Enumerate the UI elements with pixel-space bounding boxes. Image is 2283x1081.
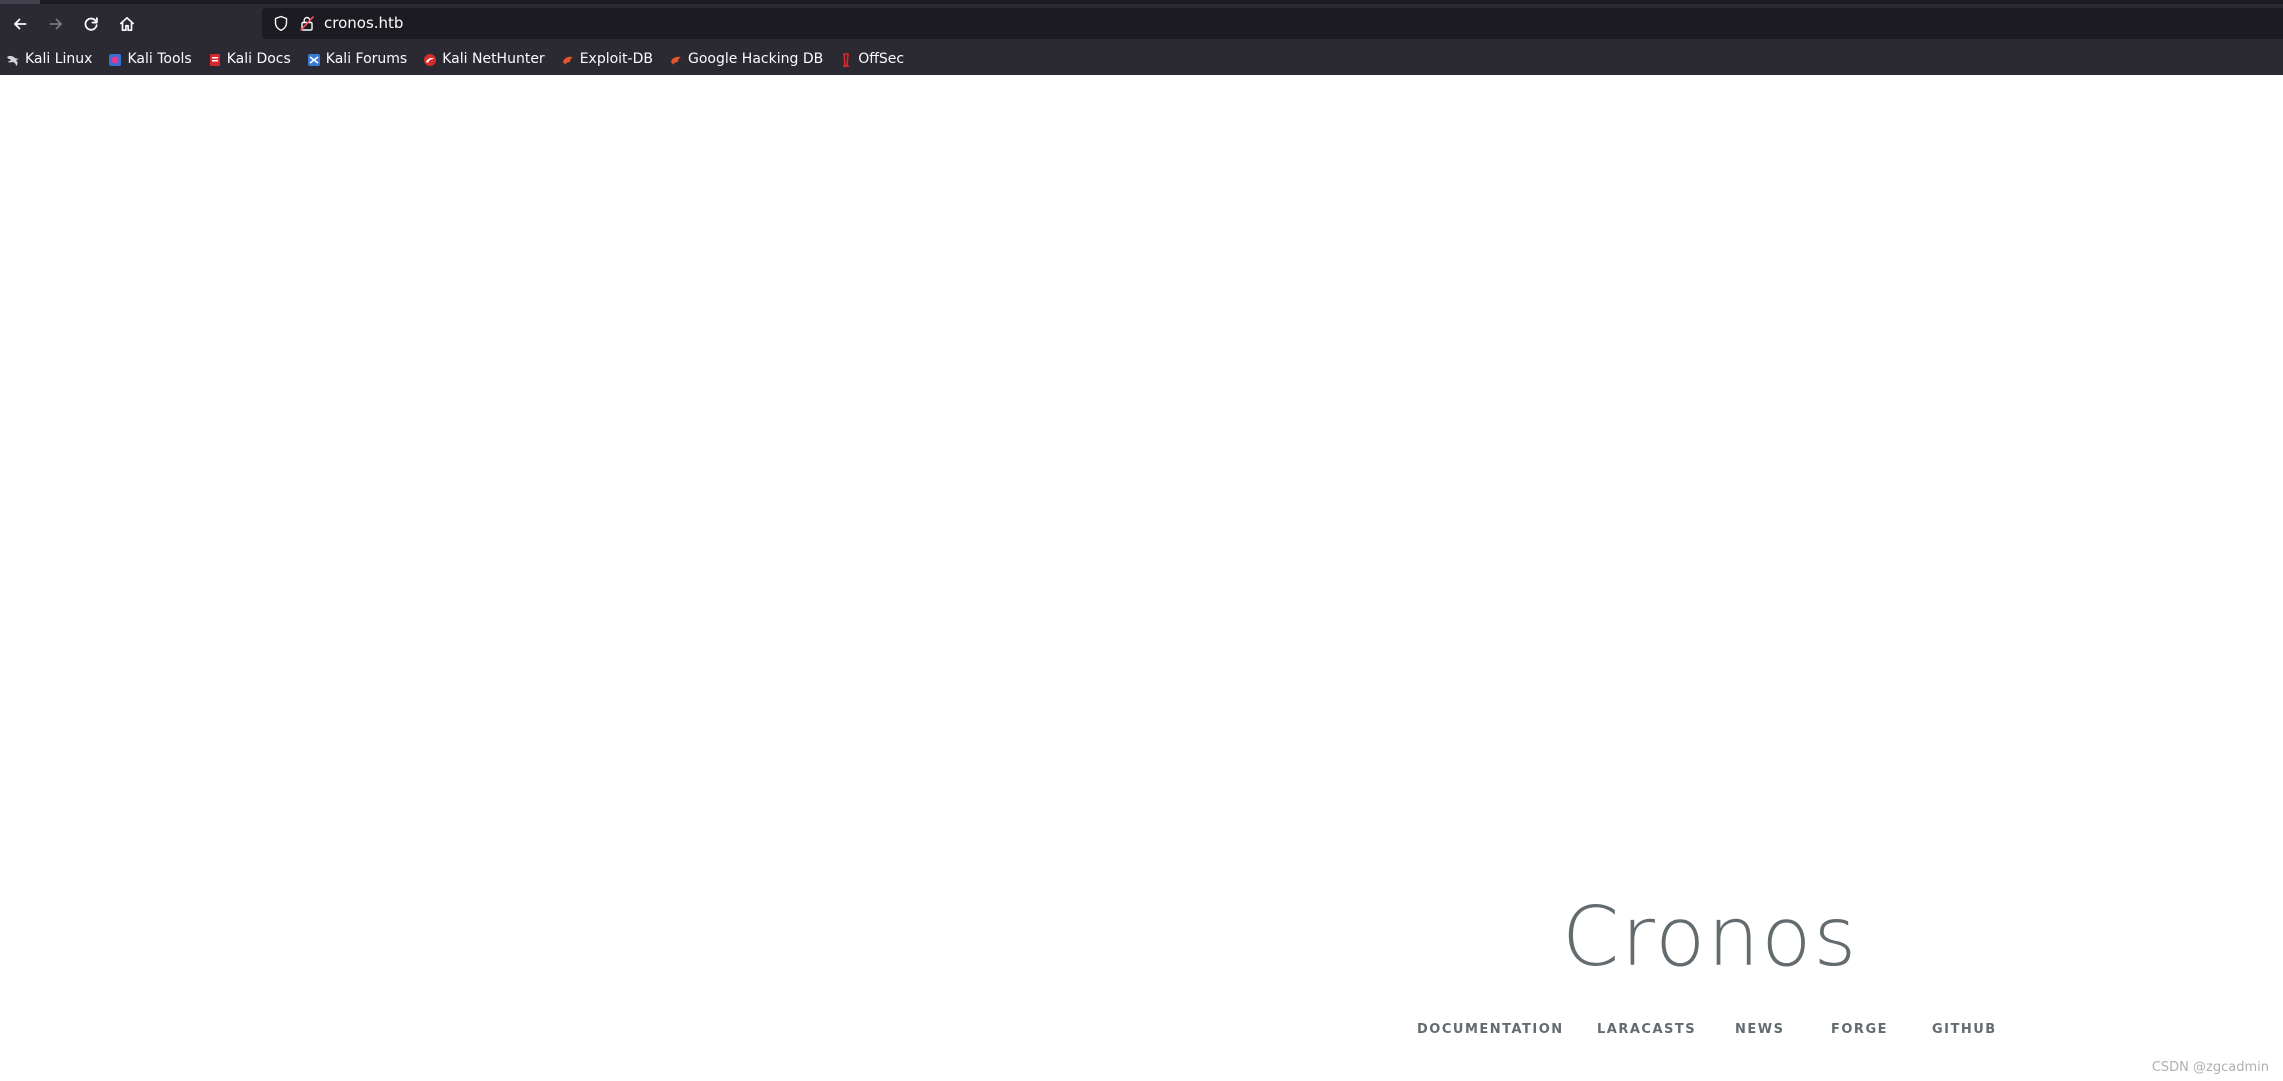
links-nav: DOCUMENTATION LARACASTS NEWS FORGE GITHU…	[1400, 1022, 2020, 1040]
bookmark-label: Kali NetHunter	[442, 51, 545, 67]
kali-docs-icon	[208, 52, 222, 66]
reload-icon	[84, 17, 98, 31]
url-bar[interactable]: cronos.htb	[262, 8, 2283, 39]
browser-chrome: cronos.htb Kali Linux Kali Tools Kali Do…	[0, 0, 2283, 75]
home-icon	[119, 16, 135, 32]
kali-dragon-icon	[6, 52, 20, 66]
page-title: Cronos	[1562, 890, 1859, 985]
bookmarks-toolbar: Kali Linux Kali Tools Kali Docs Kali For…	[0, 45, 914, 73]
link-github[interactable]: GITHUB	[1932, 1022, 1997, 1037]
bookmark-offsec[interactable]: OffSec	[833, 46, 908, 72]
lock-insecure-icon[interactable]	[299, 15, 315, 32]
link-documentation[interactable]: DOCUMENTATION	[1417, 1022, 1564, 1037]
url-text[interactable]: cronos.htb	[324, 13, 403, 33]
bookmark-kali-nethunter[interactable]: Kali NetHunter	[417, 46, 548, 72]
forward-button[interactable]	[43, 11, 69, 37]
nethunter-icon	[423, 52, 437, 66]
kali-tools-icon	[108, 52, 122, 66]
home-button[interactable]	[114, 11, 140, 37]
bookmark-label: Kali Tools	[127, 51, 192, 67]
arrow-right-icon	[49, 18, 62, 30]
reload-button[interactable]	[78, 11, 104, 37]
offsec-icon	[839, 52, 853, 67]
bookmark-label: Kali Docs	[226, 51, 291, 67]
link-forge[interactable]: FORGE	[1831, 1022, 1888, 1037]
bookmark-label: Kali Forums	[325, 51, 408, 67]
back-button[interactable]	[7, 11, 33, 37]
exploit-db-icon	[561, 52, 575, 66]
link-laracasts[interactable]: LARACASTS	[1597, 1022, 1696, 1037]
kali-forums-icon	[307, 52, 321, 66]
page-content	[0, 75, 2283, 1081]
bookmark-kali-docs[interactable]: Kali Docs	[202, 46, 295, 72]
bookmark-label: Google Hacking DB	[687, 51, 824, 67]
bookmark-kali-linux[interactable]: Kali Linux	[0, 46, 96, 72]
arrow-left-icon	[14, 18, 27, 30]
bookmark-label: Kali Linux	[25, 51, 93, 67]
shield-icon[interactable]	[273, 15, 289, 32]
watermark: CSDN @zgcadmin	[2151, 1060, 2269, 1075]
bookmark-google-hacking-db[interactable]: Google Hacking DB	[663, 46, 827, 72]
link-news[interactable]: NEWS	[1735, 1022, 1784, 1037]
bookmark-exploit-db[interactable]: Exploit-DB	[555, 46, 657, 72]
bookmark-kali-tools[interactable]: Kali Tools	[102, 46, 195, 72]
ghdb-icon	[669, 52, 683, 66]
tab-strip-hint	[0, 0, 40, 4]
bookmark-label: Exploit-DB	[579, 51, 653, 67]
tab-strip	[0, 0, 2283, 4]
bookmark-kali-forums[interactable]: Kali Forums	[301, 46, 411, 72]
bookmark-label: OffSec	[858, 51, 905, 67]
